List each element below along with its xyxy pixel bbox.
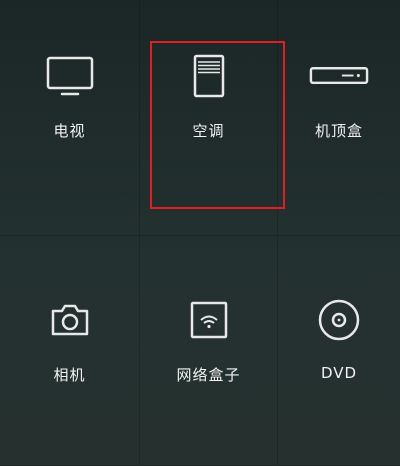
device-label: 空调 (192, 122, 225, 140)
device-tile-air-conditioner[interactable]: 空调 (140, 0, 278, 236)
air-conditioner-icon (193, 54, 224, 98)
device-selection-screen: 电视 空调 机顶盒 相机 网络盒子 DVD (0, 0, 400, 466)
device-tile-dvd[interactable]: DVD (278, 236, 400, 466)
device-tile-camera[interactable]: 相机 (0, 236, 140, 466)
device-grid: 电视 空调 机顶盒 相机 网络盒子 DVD (0, 0, 400, 466)
tv-icon (46, 56, 93, 96)
wifi-box-icon (190, 301, 227, 339)
device-label: DVD (320, 364, 358, 382)
device-label: 电视 (53, 122, 86, 140)
device-label: 相机 (53, 366, 86, 384)
set-top-box-icon (309, 67, 369, 84)
device-tile-tv[interactable]: 电视 (0, 0, 140, 236)
device-label: 机顶盒 (314, 122, 363, 140)
device-tile-network-box[interactable]: 网络盒子 (140, 236, 278, 466)
camera-icon (51, 304, 88, 336)
disc-icon (318, 299, 360, 341)
device-tile-set-top-box[interactable]: 机顶盒 (278, 0, 400, 236)
device-label: 网络盒子 (176, 366, 241, 384)
